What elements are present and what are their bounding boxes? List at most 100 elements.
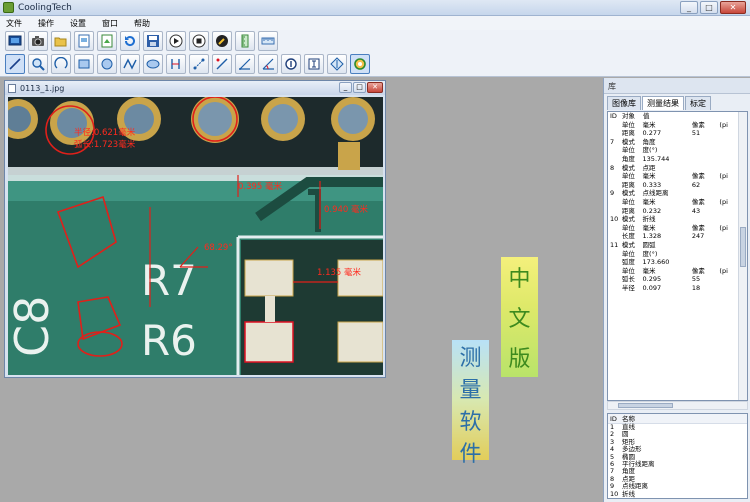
image-maximize-button[interactable]: □ [353,82,366,93]
results-row[interactable]: 半径 0.097 18 [608,284,747,293]
tab-image-library[interactable]: 图像库 [607,96,641,110]
image-minimize-button[interactable]: _ [339,82,352,93]
edge-detect-icon[interactable] [327,54,347,74]
promo-char: 版 [508,347,531,372]
app-title: CoolingTech [18,2,72,13]
tab-measure-results[interactable]: 测量结果 [642,96,684,110]
results-row[interactable]: 距离 0.232 43 [608,207,747,216]
image-import-icon[interactable] [97,31,117,51]
minimize-button[interactable]: _ [680,1,698,14]
results-row[interactable]: 11 模式 圆弧 [608,241,747,250]
maximize-button[interactable]: □ [700,1,718,14]
types-row[interactable]: 1 直线 [608,423,747,431]
menu-settings[interactable]: 设置 [68,18,88,29]
image-window-titlebar[interactable]: 0113_1.jpg _ □ ✕ [5,81,385,95]
circle-icon[interactable] [97,54,117,74]
image-export-icon[interactable] [74,31,94,51]
circle-center-icon[interactable] [281,54,301,74]
results-row[interactable]: 单位 毫米 像素 (pi [608,172,747,181]
arc-icon[interactable] [235,54,255,74]
angle-label: 68.29° [204,243,233,253]
title-bar: CoolingTech _ □ ✕ [0,0,750,16]
pcb-image-canvas: R7 R6 C8 半径:0.621毫米 弧长:1.723毫米 0.395 毫米 … [8,97,383,375]
results-row[interactable]: 弧度 173.660 [608,258,747,267]
panel-tabs: 图像库 测量结果 标定 [604,96,750,110]
wrench-icon[interactable] [212,31,232,51]
polyline-icon[interactable] [120,54,140,74]
radius-label: 半径:0.621毫米 [74,127,136,138]
line-tool-icon[interactable] [5,54,25,74]
distance-label-1: 0.395 毫米 [238,181,283,192]
results-scrollbar[interactable] [738,112,747,400]
image-close-button[interactable]: ✕ [367,82,383,93]
point-distance-icon[interactable] [189,54,209,74]
pcb-image[interactable]: R7 R6 C8 半径:0.621毫米 弧长:1.723毫米 0.395 毫米 … [8,97,383,375]
zoom-icon[interactable] [28,54,48,74]
ruler-horizontal-icon[interactable] [258,31,278,51]
stop-icon[interactable] [189,31,209,51]
angle-icon[interactable] [258,54,278,74]
play-icon[interactable] [166,31,186,51]
height-icon[interactable] [304,54,324,74]
open-folder-icon[interactable] [51,31,71,51]
angle-arc-icon[interactable] [51,54,71,74]
results-row[interactable]: 10 模式 折线 [608,215,747,224]
main-toolbar [0,30,750,52]
results-hscrollbar[interactable] [607,401,748,410]
point-line-distance-icon[interactable] [212,54,232,74]
distance-label-3: 1.135 毫米 [317,267,362,278]
menu-operate[interactable]: 操作 [36,18,56,29]
silkscreen-r7: R7 [141,256,197,305]
camera-icon[interactable] [28,31,48,51]
results-row[interactable]: 9 模式 点线距离 [608,189,747,198]
image-window-title: 0113_1.jpg [20,83,65,93]
promo-measurement-software: 测 量 软 件 [452,340,489,467]
panel-title: 库 [604,78,750,94]
results-row[interactable]: 距离 0.277 51 [608,129,747,138]
types-rows: 1直线2圆3矩形4多边形5椭圆6平行线距离7角度8点距9点线距离10折线11圆弧 [608,423,747,498]
ruler-vertical-icon[interactable] [235,31,255,51]
library-panel: 库 图像库 测量结果 标定 ID 对象 值 单位 毫米 像素 (pi 距离 0.277 51… [603,78,750,502]
results-row[interactable]: 单位 度(°) [608,146,747,155]
results-row[interactable]: 单位 度(°) [608,250,747,259]
measure-toolbar [0,52,750,77]
save-icon[interactable] [143,31,163,51]
results-row[interactable]: 长度 1.328 247 [608,232,747,241]
menu-file[interactable]: 文件 [4,18,24,29]
tab-calibration[interactable]: 标定 [685,96,711,110]
rectangle-icon[interactable] [74,54,94,74]
close-button[interactable]: ✕ [720,1,746,14]
window-controls: _ □ ✕ [680,1,746,14]
promo-chinese-edition: 中 文 版 [501,257,538,377]
measure-types-list[interactable]: ID 名称 1 直线 2 圆 3 矩形 4 多边形 5 椭圆 6 平行线距离 7 角度 8 点距 9 点线距离 10… [607,413,748,499]
results-row[interactable]: 单位 毫米 像素 (pi [608,198,747,207]
results-grid[interactable]: ID 对象 值 单位 毫米 像素 (pi 距离 0.277 51 7 模式 角度 单位 度(°) 角度 1… [607,111,748,401]
results-rows: 单位 毫米 像素 (pi 距离 0.277 51 7 模式 角度 单位 度(°) 角度 135.744 8 模… [608,121,747,293]
promo-char: 测 [459,346,482,371]
promo-char: 中 [508,267,531,292]
menu-help[interactable]: 帮助 [132,18,152,29]
promo-char: 软 [459,410,482,435]
results-row[interactable]: 单位 毫米 像素 (pi [608,121,747,130]
menu-window[interactable]: 窗口 [100,18,120,29]
ellipse-icon[interactable] [143,54,163,74]
promo-char: 文 [508,307,531,332]
promo-char: 量 [459,378,482,403]
image-window[interactable]: 0113_1.jpg _ □ ✕ R7 R6 C8 半径:0.621毫米 弧长:… [4,80,386,378]
menu-bar: 文件 操作 设置 窗口 帮助 [0,16,750,30]
types-row[interactable]: 11圆弧 [608,497,747,498]
promo-char: 件 [459,442,482,467]
silkscreen-c8: C8 [8,296,59,357]
document-icon [8,83,16,93]
results-row[interactable]: 单位 毫米 像素 (pi [608,267,747,276]
monitor-icon[interactable] [5,31,25,51]
refresh-icon[interactable] [120,31,140,51]
results-row[interactable]: 8 模式 点距 [608,164,747,173]
parallel-icon[interactable] [166,54,186,74]
image-window-controls: _ □ ✕ [339,82,383,93]
results-row[interactable]: 角度 135.744 [608,155,747,164]
silkscreen-r6: R6 [141,316,197,365]
results-header: ID 对象 值 [610,112,650,120]
gear-icon[interactable] [350,54,370,74]
results-row[interactable]: 弧长 0.295 55 [608,275,747,284]
